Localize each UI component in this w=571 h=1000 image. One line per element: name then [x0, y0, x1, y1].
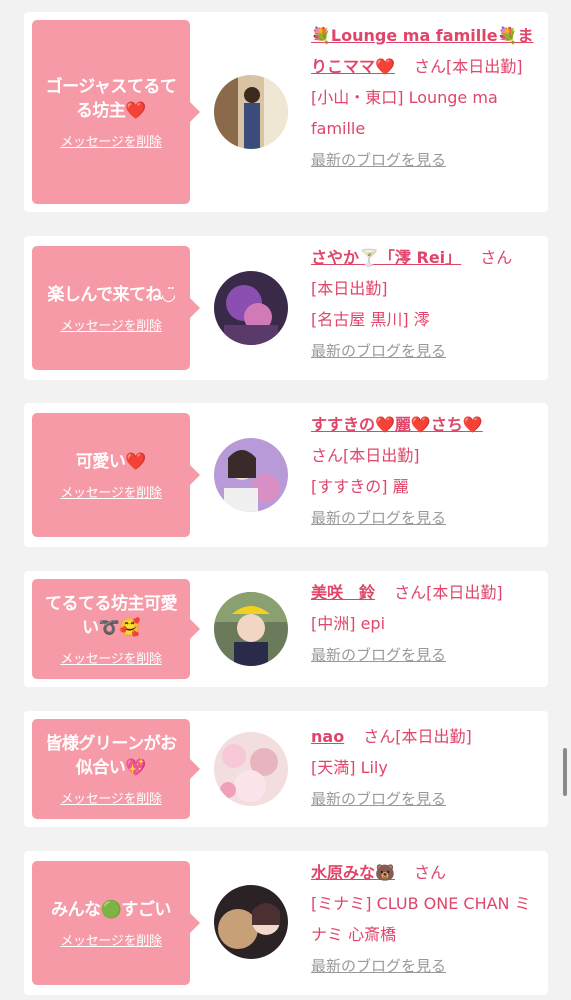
message-text: 皆様グリーンがお似合い💖: [45, 733, 177, 778]
latest-blog-link[interactable]: 最新のブログを見る: [311, 151, 446, 169]
status-text: [本日出勤]: [426, 583, 503, 602]
message-card: てるてる坊主可愛い➰🥰 メッセージを削除 美咲 鈴 さん[本日出勤] [中洲] …: [24, 571, 548, 687]
avatar[interactable]: [214, 75, 288, 149]
message-text: ゴージャスてるてる坊主❤️: [45, 76, 177, 121]
message-bubble: 皆様グリーンがお似合い💖 メッセージを削除: [32, 719, 200, 819]
message-card: ゴージャスてるてる坊主❤️ メッセージを削除 💐Lounge ma famill…: [24, 12, 548, 212]
honorific: さん: [414, 57, 447, 76]
card-info: 💐Lounge ma famille💐まりこママ❤️ さん[本日出勤] [小山・…: [311, 20, 543, 176]
avatar[interactable]: [214, 885, 288, 959]
card-info: すすきの❤️麗❤️さち❤️ さん[本日出勤] [すすきの] 麗 最新のブログを見…: [311, 409, 543, 534]
latest-blog-link[interactable]: 最新のブログを見る: [311, 646, 446, 664]
message-bubble: ゴージャスてるてる坊主❤️ メッセージを削除: [32, 20, 200, 204]
host-name-link[interactable]: 水原みな🐻: [311, 863, 395, 882]
message-bubble: みんな🟢すごい メッセージを削除: [32, 861, 200, 985]
message-text: みんな🟢すごい: [51, 899, 171, 920]
message-list: ゴージャスてるてる坊主❤️ メッセージを削除 💐Lounge ma famill…: [0, 0, 571, 1000]
honorific: さん: [394, 583, 427, 602]
shop-text: [名古屋 黒川] 澪: [311, 310, 430, 329]
delete-message-link[interactable]: メッセージを削除: [60, 482, 162, 501]
woman-pink-photo: [214, 732, 288, 806]
honorific: さん: [414, 863, 447, 882]
host-name-link[interactable]: すすきの❤️麗❤️さち❤️: [311, 415, 483, 434]
shop-text: [小山・東口] Lounge ma famille: [311, 88, 498, 138]
shop-text: [すすきの] 麗: [311, 477, 409, 496]
latest-blog-link[interactable]: 最新のブログを見る: [311, 509, 446, 527]
honorific: さん: [311, 446, 344, 465]
latest-blog-link[interactable]: 最新のブログを見る: [311, 342, 446, 360]
avatar[interactable]: [214, 732, 288, 806]
avatar[interactable]: [214, 271, 288, 345]
card-info: 水原みな🐻 さん [ミナミ] CLUB ONE CHAN ミナミ 心斎橋 最新の…: [311, 857, 543, 982]
delete-message-link[interactable]: メッセージを削除: [60, 788, 162, 807]
card-info: さやか🍸「澪 Rei」 さん [本日出勤] [名古屋 黒川] 澪 最新のブログを…: [311, 242, 543, 367]
host-name-link[interactable]: さやか🍸「澪 Rei」: [311, 248, 461, 267]
message-bubble: てるてる坊主可愛い➰🥰 メッセージを削除: [32, 579, 200, 679]
status-text: [本日出勤]: [446, 57, 523, 76]
woman-in-kimono-photo: [214, 75, 288, 149]
message-bubble: 楽しんで来てね◡̈ メッセージを削除: [32, 246, 200, 370]
status-text: [本日出勤]: [395, 727, 472, 746]
avatar[interactable]: [214, 592, 288, 666]
card-info: 美咲 鈴 さん[本日出勤] [中洲] epi 最新のブログを見る: [311, 577, 543, 671]
shop-text: [ミナミ] CLUB ONE CHAN ミナミ 心斎橋: [311, 894, 531, 944]
shop-text: [天満] Lily: [311, 758, 388, 777]
delete-message-link[interactable]: メッセージを削除: [60, 315, 162, 334]
message-card: 皆様グリーンがお似合い💖 メッセージを削除 nao さん[本日出勤] [天満] …: [24, 711, 548, 827]
message-text: 可愛い❤️: [75, 451, 147, 472]
delete-message-link[interactable]: メッセージを削除: [60, 131, 162, 150]
status-text: [本日出勤]: [311, 279, 388, 298]
latest-blog-link[interactable]: 最新のブログを見る: [311, 790, 446, 808]
shop-text: [中洲] epi: [311, 614, 386, 633]
latest-blog-link[interactable]: 最新のブログを見る: [311, 957, 446, 975]
message-card: みんな🟢すごい メッセージを削除 水原みな🐻 さん [ミナミ] CLUB ONE…: [24, 851, 548, 995]
message-text: 楽しんで来てね◡̈: [47, 284, 175, 305]
delete-message-link[interactable]: メッセージを削除: [60, 930, 162, 949]
card-info: nao さん[本日出勤] [天満] Lily 最新のブログを見る: [311, 721, 543, 815]
host-name-link[interactable]: 美咲 鈴: [311, 583, 375, 602]
status-text: [本日出勤]: [343, 446, 420, 465]
message-card: 可愛い❤️ メッセージを削除 すすきの❤️麗❤️さち❤️ さん[本日出勤] [す…: [24, 403, 548, 547]
woman-bear-plush-photo: [214, 885, 288, 959]
avatar[interactable]: [214, 438, 288, 512]
host-name-link[interactable]: nao: [311, 727, 344, 746]
scrollbar[interactable]: [563, 748, 567, 796]
honorific: さん: [480, 248, 513, 267]
message-card: 楽しんで来てね◡̈ メッセージを削除 さやか🍸「澪 Rei」 さん [本日出勤]…: [24, 236, 548, 380]
woman-yellow-cap-photo: [214, 592, 288, 666]
costume-purple-photo: [214, 271, 288, 345]
delete-message-link[interactable]: メッセージを削除: [60, 648, 162, 667]
woman-balloon-photo: [214, 438, 288, 512]
message-bubble: 可愛い❤️ メッセージを削除: [32, 413, 200, 537]
message-text: てるてる坊主可愛い➰🥰: [45, 593, 178, 638]
honorific: さん: [363, 727, 396, 746]
